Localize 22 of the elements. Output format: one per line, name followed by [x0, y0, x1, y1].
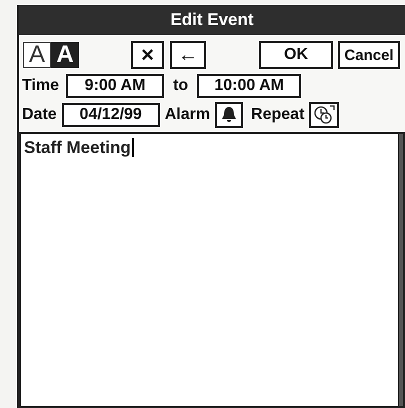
note-area[interactable]: Staff Meeting [19, 132, 405, 408]
repeat-button[interactable] [309, 102, 340, 128]
window-title: Edit Event [19, 5, 405, 35]
start-time-field[interactable]: 9:00 AM [66, 74, 164, 98]
date-field[interactable]: 04/12/99 [62, 103, 160, 127]
font-style-toggle[interactable]: A [51, 42, 79, 68]
date-label: Date [22, 105, 57, 125]
note-text: Staff Meeting [24, 138, 134, 157]
alarm-label: Alarm [164, 105, 210, 125]
clocks-icon [313, 105, 336, 125]
backspace-button[interactable]: ← [170, 41, 206, 69]
alarm-button[interactable] [215, 102, 244, 128]
delete-button[interactable]: × [131, 41, 164, 69]
cancel-button[interactable]: Cancel [338, 41, 400, 69]
time-label: Time [22, 76, 60, 96]
end-time-field[interactable]: 10:00 AM [197, 74, 302, 98]
repeat-label: Repeat [251, 105, 304, 125]
scroll-bar[interactable] [398, 134, 403, 406]
ok-button[interactable]: OK [259, 41, 333, 69]
bell-icon [221, 106, 238, 124]
font-style-toggle[interactable]: A [23, 42, 51, 68]
to-label: to [172, 76, 190, 96]
